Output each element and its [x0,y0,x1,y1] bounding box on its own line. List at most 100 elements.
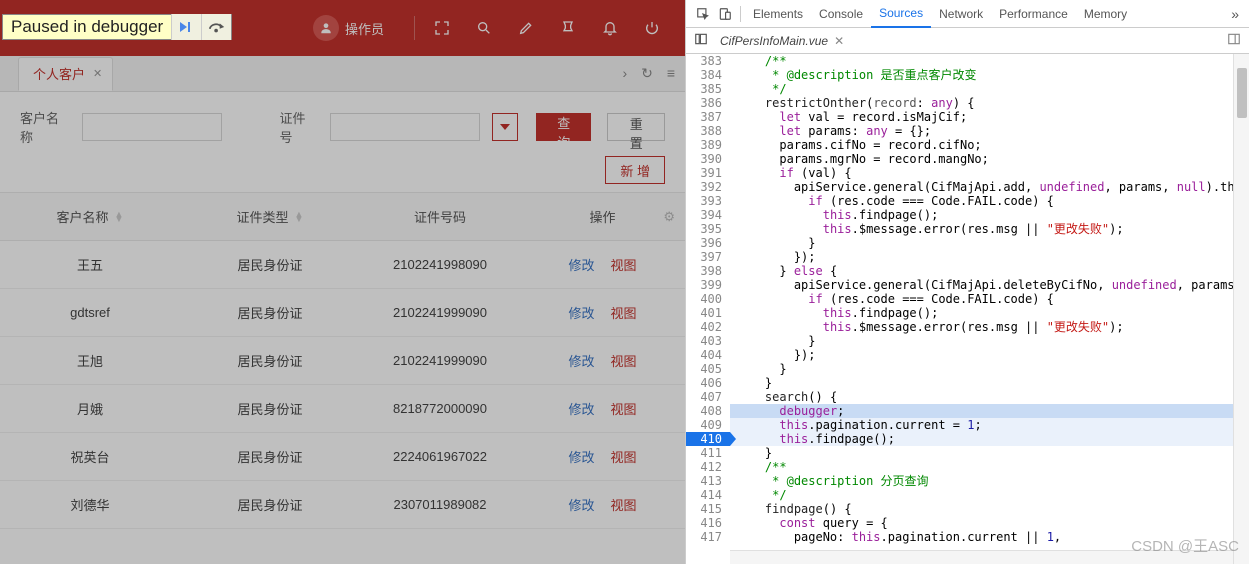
more-tabs-icon[interactable]: » [1227,6,1243,22]
inspect-icon[interactable] [692,7,714,21]
cell-idno: 2102241998090 [360,257,520,272]
tab-personal-customer[interactable]: 个人客户 ✕ [18,57,113,91]
cell-actions: 修改 视图 [520,447,685,466]
devtools-tab-sources[interactable]: Sources [871,0,931,28]
tab-strip: 个人客户 ✕ › ↻ ≡ [0,56,685,92]
device-icon[interactable] [714,7,736,21]
cell-actions: 修改 视图 [520,495,685,514]
table-row: 祝英台居民身份证2224061967022 修改 视图 [0,433,685,481]
cell-type: 居民身份证 [180,303,360,322]
cell-actions: 修改 视图 [520,351,685,370]
file-tab-close-icon[interactable]: ✕ [834,34,844,48]
cell-idno: 2102241999090 [360,353,520,368]
cell-name: 月娥 [0,399,180,418]
tab-refresh-icon[interactable]: ↻ [641,65,653,82]
name-label: 客户名称 [20,108,68,146]
avatar[interactable] [313,15,339,41]
edit-link[interactable]: 修改 [568,354,594,369]
cell-actions: 修改 视图 [520,255,685,274]
edit-link[interactable]: 修改 [568,258,594,273]
cell-idno: 2102241999090 [360,305,520,320]
customer-table: 客户名称▲▼ 证件类型▲▼ 证件号码 操作 ⚙ 王五居民身份证210224199… [0,192,685,529]
tab-nav-right-icon[interactable]: › [622,65,627,82]
code-content[interactable]: /** * @description 是否重点客户改变 */ restrictO… [730,54,1249,564]
table-settings-icon[interactable]: ⚙ [663,209,675,225]
view-link[interactable]: 视图 [611,258,637,273]
edit-link[interactable]: 修改 [568,498,594,513]
view-link[interactable]: 视图 [611,450,637,465]
cell-type: 居民身份证 [180,351,360,370]
navigator-icon[interactable] [690,32,712,49]
search-form: 客户名称 证件号 查 询 重 置 [0,92,685,156]
fullscreen-icon[interactable] [427,13,457,43]
cell-type: 居民身份证 [180,399,360,418]
devtools-tab-memory[interactable]: Memory [1076,0,1135,28]
vertical-scrollbar[interactable] [1233,54,1249,564]
source-code[interactable]: 3833843853863873883893903913923933943953… [686,54,1249,564]
cell-type: 居民身份证 [180,447,360,466]
sort-icon[interactable]: ▲▼ [295,212,304,222]
operator-label: 操作员 [345,19,384,38]
col-idno: 证件号码 [414,210,466,225]
tab-close-icon[interactable]: ✕ [93,67,102,80]
theme-icon[interactable] [553,13,583,43]
col-type[interactable]: 证件类型 [237,207,289,226]
devtools-tabs: ElementsConsoleSourcesNetworkPerformance… [686,0,1249,28]
step-over-button[interactable] [201,14,231,40]
file-tabs: CifPersInfoMain.vue ✕ [686,28,1249,54]
table-row: 刘德华居民身份证2307011989082 修改 视图 [0,481,685,529]
col-name[interactable]: 客户名称 [57,207,109,226]
add-button[interactable]: 新 增 [605,156,665,184]
view-link[interactable]: 视图 [611,306,637,321]
cell-type: 居民身份证 [180,255,360,274]
table-header: 客户名称 ▲▼ 证件类型 ▲▼ 证件号码 操作 ⚙ [0,193,685,241]
app-pane: Paused in debugger 操作员 个人客户 ✕ [0,0,685,564]
cell-idno: 8218772000090 [360,401,520,416]
cell-name: 刘德华 [0,495,180,514]
cell-type: 居民身份证 [180,495,360,514]
customer-name-input[interactable] [82,113,222,141]
scroll-thumb[interactable] [1237,68,1247,118]
col-action: 操作 [590,210,616,225]
id-label: 证件号 [280,108,316,146]
power-icon[interactable] [637,13,667,43]
edit-link[interactable]: 修改 [568,450,594,465]
sort-icon[interactable]: ▲▼ [115,212,124,222]
horizontal-scrollbar[interactable] [730,550,1233,564]
tab-label: 个人客户 [33,64,85,83]
file-tab-cifpersinfomain[interactable]: CifPersInfoMain.vue ✕ [712,28,852,54]
table-row: 王旭居民身份证2102241999090修改视图 [0,337,685,385]
view-link[interactable]: 视图 [611,498,637,513]
resume-button[interactable] [171,14,201,40]
query-button[interactable]: 查 询 [536,113,592,141]
devtools-tab-network[interactable]: Network [931,0,991,28]
debugger-panel-icon[interactable] [1223,32,1245,49]
cert-no-input[interactable] [330,113,480,141]
cell-name: 王五 [0,255,180,274]
cell-name: 祝英台 [0,447,180,466]
file-tab-label: CifPersInfoMain.vue [720,34,828,48]
view-link[interactable]: 视图 [611,402,637,417]
devtools-tab-console[interactable]: Console [811,0,871,28]
cell-idno: 2307011989082 [360,497,520,512]
paused-label: Paused in debugger [3,17,171,37]
cell-actions: 修改 视图 [520,399,685,418]
edit-link[interactable]: 修改 [568,402,594,417]
devtools-pane: ElementsConsoleSourcesNetworkPerformance… [685,0,1249,564]
cell-idno: 2224061967022 [360,449,520,464]
dropdown-toggle[interactable] [492,113,518,141]
cell-actions: 修改 视图 [520,303,685,322]
table-row: gdtsref居民身份证2102241999090 修改 视图 [0,289,685,337]
devtools-tab-elements[interactable]: Elements [745,0,811,28]
devtools-tab-performance[interactable]: Performance [991,0,1076,28]
tab-menu-icon[interactable]: ≡ [667,65,675,82]
debugger-paused-bar: Paused in debugger [2,14,232,40]
edit-link[interactable]: 修改 [568,306,594,321]
view-link[interactable]: 视图 [611,354,637,369]
bell-icon[interactable] [595,13,625,43]
edit-header-icon[interactable] [511,13,541,43]
cell-name: gdtsref [0,305,180,320]
line-number-gutter[interactable]: 3833843853863873883893903913923933943953… [686,54,730,564]
search-header-icon[interactable] [469,13,499,43]
reset-button[interactable]: 重 置 [607,113,665,141]
